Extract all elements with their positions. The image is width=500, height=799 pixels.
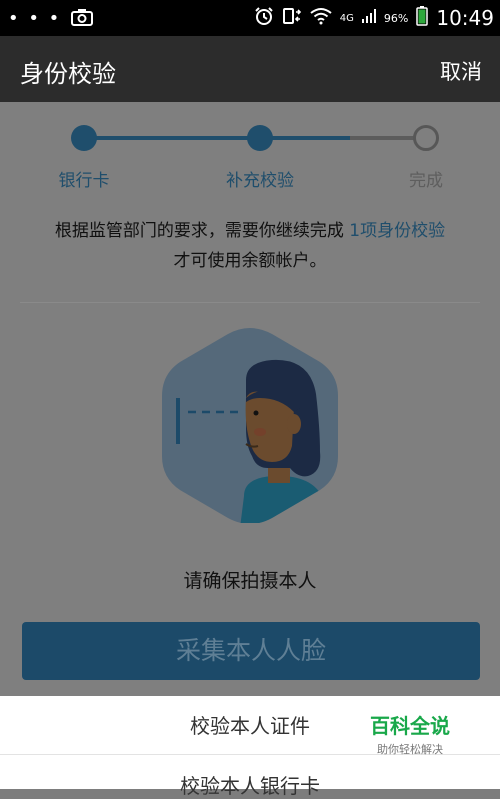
watermark-brand: 百科全说 [370,714,450,738]
divider [20,302,480,303]
data-transfer-icon [282,6,302,30]
notice-text-end: 才可使用余额帐户。 [173,251,327,271]
battery-icon [416,6,429,30]
face-scan-illustration [160,328,340,524]
status-bar: • • • 4G 96% 10:49 [0,0,500,36]
wifi-icon [310,7,332,29]
cancel-button[interactable]: 取消 [440,56,482,86]
watermark-slogan: 助你轻松解决 [377,743,443,756]
notice-text: 根据监管部门的要求，需要你继续完成 [54,221,350,241]
signal-icon [361,9,376,27]
page-title: 身份校验 [20,60,116,88]
network-type: 4G [339,12,354,24]
step-dot-complete [413,125,439,151]
verification-notice: 根据监管部门的要求，需要你继续完成 1项身份校验 才可使用余额帐户。 [0,216,500,276]
watermark: 百科全说 助你轻松解决 [350,710,470,757]
capture-face-button[interactable]: 采集本人人脸 [22,622,480,680]
verify-bankcard-option[interactable]: 校验本人银行卡 [0,770,500,799]
step-dot-bankcard [71,125,97,151]
step-progress: 银行卡 补充校验 完成 [0,122,500,192]
battery-percent: 96% [383,11,409,25]
step-label-supplement: 补充校验 [226,171,294,191]
step-dot-supplement [247,125,273,151]
photo-hint: 请确保拍摄本人 [183,570,317,592]
screenshot-icon [71,8,94,30]
step-connector-1 [84,136,260,140]
app-bar: 身份校验 取消 [0,36,500,102]
notice-highlight: 1项身份校验 [349,221,446,241]
content-area: 银行卡 补充校验 完成 根据监管部门的要求，需要你继续完成 1项身份校验 才可使… [0,102,500,696]
step-label-bankcard: 银行卡 [58,171,110,191]
clock: 10:49 [436,6,494,30]
alarm-icon [254,6,274,30]
more-dots-icon: • • • [8,8,62,29]
step-connector-2 [260,136,350,140]
step-label-complete: 完成 [409,171,443,191]
